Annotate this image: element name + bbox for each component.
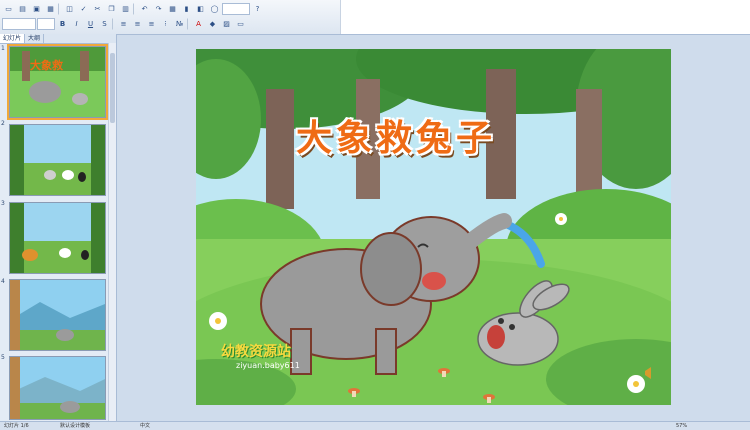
table-icon[interactable]: ▦ — [166, 3, 179, 16]
underline-icon[interactable]: U — [84, 18, 97, 31]
format-toolbar: B I U S ≡ ≡ ≡ ⁝ № A ◆ ▨ ▭ — [2, 17, 247, 31]
open-icon[interactable]: ▤ — [16, 3, 29, 16]
slide-number: 4 — [1, 278, 5, 285]
copy-icon[interactable]: ❐ — [105, 3, 118, 16]
svg-text:大象救: 大象救 — [30, 58, 63, 72]
save-icon[interactable]: ▣ — [30, 3, 43, 16]
slide-number: 3 — [1, 200, 5, 207]
redo-icon[interactable]: ↷ — [152, 3, 165, 16]
slide-thumbnail[interactable] — [9, 124, 106, 196]
tab-slides[interactable]: 幻灯片 — [0, 34, 26, 43]
bullets-icon[interactable]: ⁝ — [159, 18, 172, 31]
slide-number: 2 — [1, 120, 5, 127]
preview-icon[interactable]: ◫ — [63, 3, 76, 16]
toolbar-separator — [133, 3, 137, 15]
chart-icon[interactable]: ▮ — [180, 3, 193, 16]
undo-icon[interactable]: ↶ — [138, 3, 151, 16]
slide-number: 5 — [1, 354, 5, 361]
zoom-field[interactable] — [222, 3, 250, 15]
fill-icon[interactable]: ◆ — [206, 18, 219, 31]
shadow-icon[interactable]: S — [98, 18, 111, 31]
slide-panel: 幻灯片 大纲 1 大象救 2 3 4 5 — [0, 34, 117, 421]
font-name-field[interactable] — [2, 18, 36, 30]
slide-thumbnail[interactable] — [9, 279, 106, 351]
new-slide-icon[interactable]: ▭ — [234, 18, 247, 31]
toolbar: ▭ ▤ ▣ ▦ ◫ ✓ ✂ ❐ ▥ ↶ ↷ ▦ ▮ ◧ ◯ ? B I U S … — [0, 0, 750, 35]
scrollbar-thumb[interactable] — [110, 53, 115, 123]
slide-thumbnail[interactable] — [9, 202, 106, 274]
print-icon[interactable]: ▦ — [44, 3, 57, 16]
font-color-icon[interactable]: A — [192, 18, 205, 31]
thumbnail-scrollbar[interactable] — [108, 43, 116, 421]
slide-thumbnail[interactable]: 大象救 — [7, 44, 108, 120]
toolbar-separator — [112, 18, 116, 30]
tab-outline[interactable]: 大纲 — [25, 34, 45, 43]
image-icon[interactable]: ◧ — [194, 3, 207, 16]
numbering-icon[interactable]: № — [173, 18, 186, 31]
slide-number: 1 — [1, 45, 5, 52]
italic-icon[interactable]: I — [70, 18, 83, 31]
standard-toolbar: ▭ ▤ ▣ ▦ ◫ ✓ ✂ ❐ ▥ ↶ ↷ ▦ ▮ ◧ ◯ ? — [2, 2, 264, 16]
help-icon[interactable]: ? — [251, 3, 264, 16]
slide-title[interactable]: 大象救兔子 — [296, 109, 496, 161]
bold-icon[interactable]: B — [56, 18, 69, 31]
align-right-icon[interactable]: ≡ — [145, 18, 158, 31]
toolbar-separator — [58, 3, 62, 15]
design-icon[interactable]: ▨ — [220, 18, 233, 31]
cut-icon[interactable]: ✂ — [91, 3, 104, 16]
align-center-icon[interactable]: ≡ — [131, 18, 144, 31]
panel-tabs: 幻灯片 大纲 — [0, 34, 116, 44]
shape-icon[interactable]: ◯ — [208, 3, 221, 16]
spell-icon[interactable]: ✓ — [77, 3, 90, 16]
font-size-field[interactable] — [37, 18, 55, 30]
slide-canvas[interactable]: 大象救兔子 幼教资源站 ziyuan.baby611 — [196, 49, 671, 405]
paste-icon[interactable]: ▥ — [119, 3, 132, 16]
watermark-url: ziyuan.baby611 — [236, 361, 300, 370]
toolbar-separator — [187, 18, 191, 30]
new-icon[interactable]: ▭ — [2, 3, 15, 16]
align-left-icon[interactable]: ≡ — [117, 18, 130, 31]
slide-thumbnail[interactable] — [9, 356, 106, 420]
watermark: 幼教资源站 — [221, 344, 291, 360]
toolbar-blank-area — [340, 0, 750, 34]
